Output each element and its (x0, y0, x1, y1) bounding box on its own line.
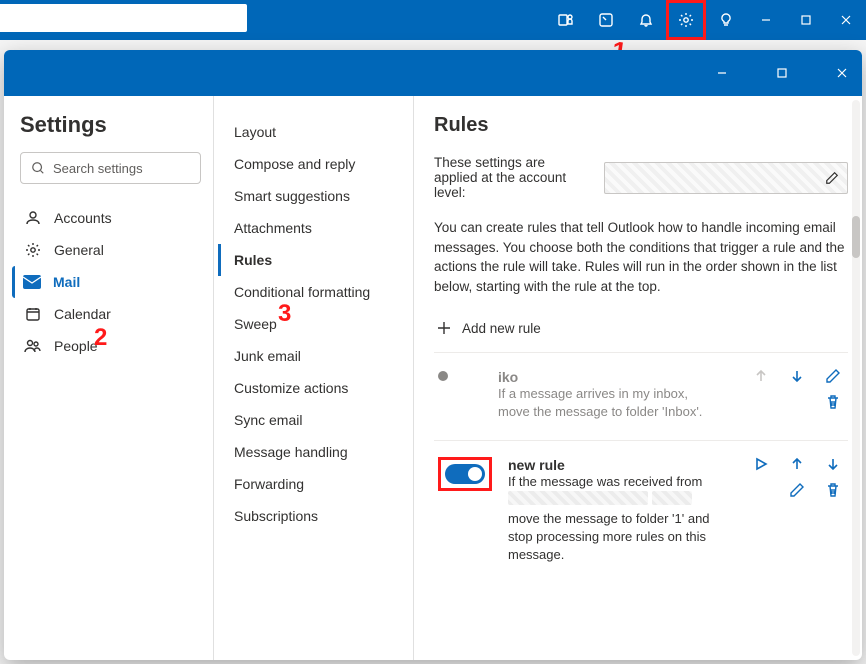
settings-sidebar: Settings Search settings Accounts Genera… (4, 96, 214, 660)
minimize-icon[interactable] (706, 57, 738, 89)
subnav-attachments[interactable]: Attachments (218, 212, 409, 244)
sidebar-item-label: Mail (53, 274, 80, 290)
scrollbar-thumb[interactable] (852, 216, 860, 258)
note-icon[interactable] (586, 0, 626, 40)
annotation-3: 3 (278, 300, 291, 328)
sidebar-item-label: Accounts (54, 210, 112, 226)
sidebar-item-calendar[interactable]: Calendar (20, 298, 201, 330)
move-up-icon (752, 367, 770, 385)
account-label: These settings are applied at the accoun… (434, 155, 584, 200)
outer-titlebar (0, 0, 866, 40)
subnav-conditional-formatting[interactable]: Conditional formatting (218, 276, 409, 308)
minimize-icon[interactable] (746, 0, 786, 40)
rules-panel: Rules These settings are applied at the … (414, 96, 862, 660)
sidebar-item-label: General (54, 242, 104, 258)
subnav-forwarding[interactable]: Forwarding (218, 468, 409, 500)
settings-window: Settings Search settings Accounts Genera… (4, 50, 862, 660)
annotation-2: 2 (94, 324, 107, 352)
scrollbar-track[interactable] (852, 100, 860, 656)
calendar-icon (24, 305, 42, 323)
delete-icon[interactable] (824, 393, 842, 411)
move-up-icon[interactable] (788, 455, 806, 473)
close-icon[interactable] (826, 0, 866, 40)
address-or-search-field[interactable] (0, 4, 247, 32)
sidebar-item-people[interactable]: People (20, 330, 201, 362)
teams-icon[interactable] (546, 0, 586, 40)
subnav-message-handling[interactable]: Message handling (218, 436, 409, 468)
panel-heading: Rules (434, 114, 848, 137)
search-input[interactable]: Search settings (20, 152, 201, 184)
move-down-icon[interactable] (788, 367, 806, 385)
plus-icon (436, 320, 452, 336)
subnav-layout[interactable]: Layout (218, 116, 409, 148)
sidebar-item-label: Calendar (54, 306, 111, 322)
move-down-icon[interactable] (824, 455, 842, 473)
delete-icon[interactable] (824, 481, 842, 499)
gear-icon (24, 241, 42, 259)
edit-icon[interactable] (788, 481, 806, 499)
close-icon[interactable] (826, 57, 858, 89)
maximize-icon[interactable] (766, 57, 798, 89)
gear-icon[interactable] (666, 0, 706, 40)
redacted-text (652, 491, 692, 505)
sidebar-item-label: People (54, 338, 98, 354)
account-selector[interactable] (604, 162, 848, 194)
redacted-text (508, 491, 648, 505)
subnav-compose[interactable]: Compose and reply (218, 148, 409, 180)
person-icon (24, 209, 42, 227)
settings-subnav: Layout Compose and reply Smart suggestio… (214, 96, 414, 660)
sidebar-item-general[interactable]: General (20, 234, 201, 266)
run-icon[interactable] (752, 455, 770, 473)
settings-titlebar (4, 50, 862, 96)
subnav-customize-actions[interactable]: Customize actions (218, 372, 409, 404)
subnav-smart-suggestions[interactable]: Smart suggestions (218, 180, 409, 212)
people-icon (24, 337, 42, 355)
subnav-subscriptions[interactable]: Subscriptions (218, 500, 409, 532)
rule-row: iko If a message arrives in my inbox, mo… (434, 352, 848, 439)
edit-icon[interactable] (824, 367, 842, 385)
rule-description: If the message was received from move th… (508, 473, 718, 565)
dot-icon (438, 371, 448, 381)
sidebar-item-accounts[interactable]: Accounts (20, 202, 201, 234)
add-rule-label: Add new rule (462, 321, 541, 336)
subnav-junk-email[interactable]: Junk email (218, 340, 409, 372)
panel-description: You can create rules that tell Outlook h… (434, 218, 848, 296)
subnav-sweep[interactable]: Sweep (218, 308, 409, 340)
rule-row: new rule If the message was received fro… (434, 440, 848, 583)
mail-icon (23, 273, 41, 291)
search-placeholder: Search settings (53, 161, 143, 176)
subnav-sync-email[interactable]: Sync email (218, 404, 409, 436)
edit-icon[interactable] (825, 171, 839, 185)
maximize-icon[interactable] (786, 0, 826, 40)
lightbulb-icon[interactable] (706, 0, 746, 40)
settings-title: Settings (20, 112, 201, 138)
rule-toggle[interactable] (445, 464, 485, 484)
subnav-rules[interactable]: Rules (218, 244, 409, 276)
sidebar-item-mail[interactable]: Mail (12, 266, 201, 298)
add-rule-button[interactable]: Add new rule (434, 314, 848, 352)
search-icon (29, 159, 47, 177)
rule-description: If a message arrives in my inbox, move t… (498, 385, 708, 421)
bell-icon[interactable] (626, 0, 666, 40)
